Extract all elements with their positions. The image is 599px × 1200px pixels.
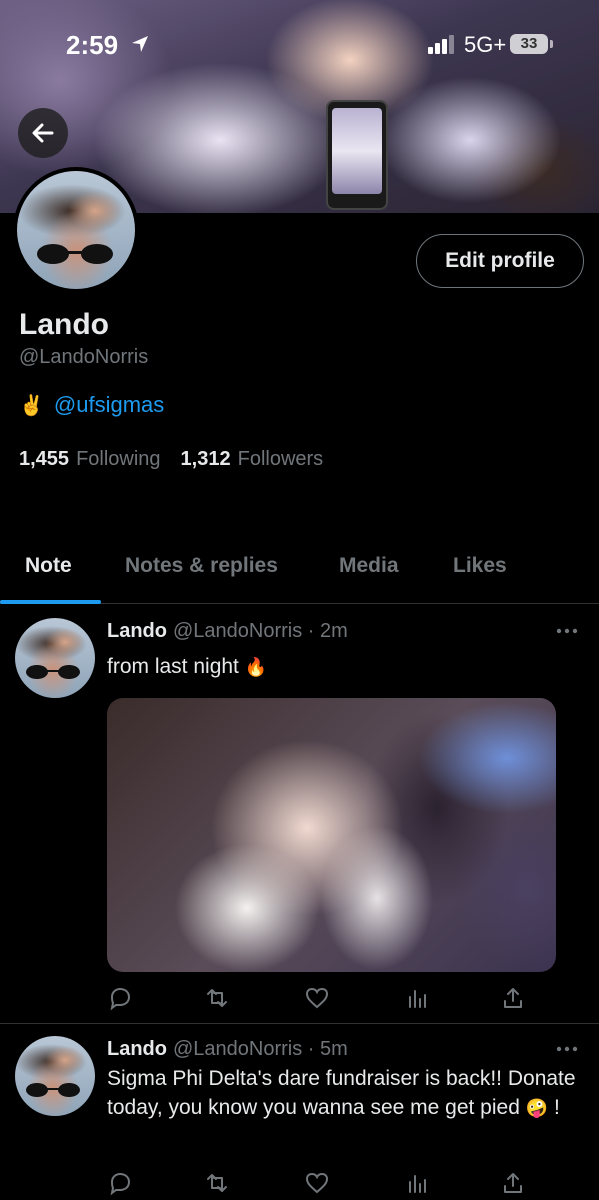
post-avatar[interactable]	[15, 1036, 95, 1116]
status-time: 2:59	[66, 30, 119, 60]
post-header: Lando @LandoNorris · 2m	[107, 620, 348, 642]
post[interactable]: Lando @LandoNorris · 5m Sigma Phi Delta's…	[0, 1024, 599, 1200]
avatar-glasses-image	[26, 665, 80, 679]
like-icon[interactable]	[304, 985, 330, 1011]
views-icon[interactable]	[405, 1170, 431, 1196]
profile-stats: 1,455 Following 1,312 Followers	[19, 448, 343, 471]
tab-likes[interactable]: Likes	[453, 554, 507, 578]
profile-handle: @LandoNorris	[19, 346, 149, 368]
location-arrow-icon	[132, 36, 148, 52]
status-bar: 2:59 5G+ 33	[0, 0, 599, 92]
post-author-name[interactable]: Lando	[107, 1038, 167, 1060]
post-timestamp: 5m	[320, 1038, 348, 1060]
following-count[interactable]: 1,455	[19, 448, 69, 471]
more-icon[interactable]	[556, 626, 578, 636]
followers-count[interactable]: 1,312	[181, 448, 231, 471]
post-text: Sigma Phi Delta's dare fundraiser is bac…	[107, 1064, 587, 1123]
signal-icon	[428, 35, 454, 54]
post-avatar[interactable]	[15, 618, 95, 698]
retweet-icon[interactable]	[204, 985, 230, 1011]
post-author-name[interactable]: Lando	[107, 620, 167, 642]
reply-icon[interactable]	[107, 1170, 133, 1196]
back-button[interactable]	[18, 108, 68, 158]
tab-media[interactable]: Media	[339, 554, 399, 578]
avatar-glasses-image	[37, 244, 113, 264]
share-icon[interactable]	[500, 1170, 526, 1196]
retweet-icon[interactable]	[204, 1170, 230, 1196]
banner-phone-image	[326, 100, 388, 210]
like-icon[interactable]	[304, 1170, 330, 1196]
tab-notes-replies[interactable]: Notes & replies	[125, 554, 278, 578]
post-header: Lando @LandoNorris · 5m	[107, 1038, 348, 1060]
share-icon[interactable]	[500, 985, 526, 1011]
bio-emoji: ✌️	[19, 394, 44, 417]
post-actions	[107, 1170, 527, 1200]
reply-icon[interactable]	[107, 985, 133, 1011]
followers-label[interactable]: Followers	[238, 448, 324, 471]
profile-display-name: Lando	[19, 308, 109, 341]
post-author-handle[interactable]: @LandoNorris	[173, 1038, 302, 1060]
battery-indicator: 33	[510, 34, 548, 54]
post-text: from last night 🔥	[107, 652, 587, 682]
post-author-handle[interactable]: @LandoNorris	[173, 620, 302, 642]
back-arrow-icon	[32, 123, 54, 143]
more-icon[interactable]	[556, 1044, 578, 1054]
post-media-image[interactable]	[107, 698, 556, 972]
following-label[interactable]: Following	[76, 448, 160, 471]
post-timestamp: 2m	[320, 620, 348, 642]
post-text-body: Sigma Phi Delta's dare fundraiser is bac…	[107, 1067, 576, 1119]
tab-note[interactable]: Note	[25, 554, 72, 578]
post-actions	[107, 985, 527, 1015]
edit-profile-button[interactable]: Edit profile	[416, 234, 584, 288]
bio-mention-link[interactable]: @ufsigmas	[54, 392, 164, 418]
network-label: 5G+	[464, 32, 507, 57]
battery-nub	[550, 40, 553, 48]
profile-tabs: Note Notes & replies Media Likes	[0, 540, 599, 604]
post-text-body: from last night	[107, 655, 239, 678]
views-icon[interactable]	[405, 985, 431, 1011]
avatar-glasses-image	[26, 1083, 80, 1097]
profile-avatar[interactable]	[13, 167, 139, 293]
post-emoji: 🔥	[244, 657, 268, 677]
profile-bio: ✌️ @ufsigmas	[19, 392, 164, 418]
post-text-end: !	[548, 1096, 560, 1119]
post-emoji: 🤪	[525, 1098, 549, 1118]
